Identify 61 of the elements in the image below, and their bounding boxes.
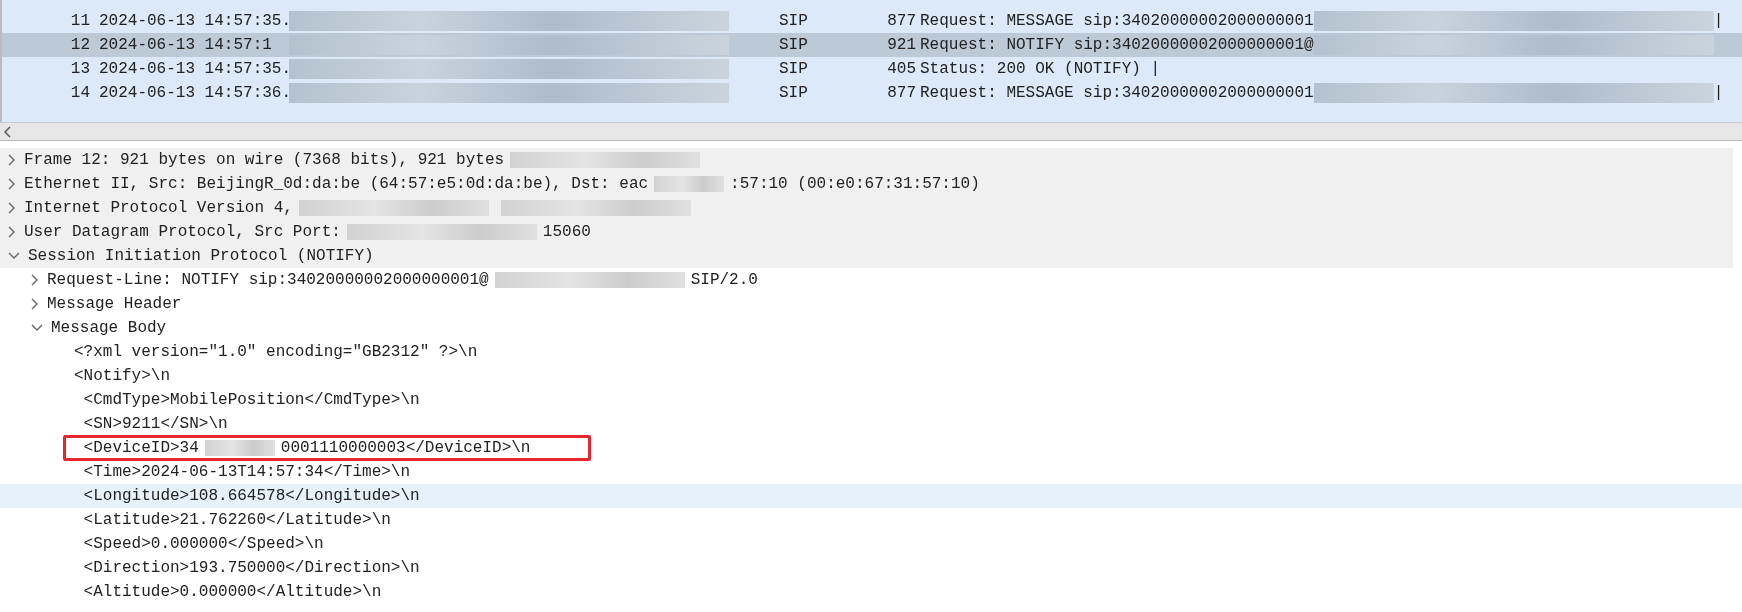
- packet-number: 11: [69, 12, 90, 30]
- packet-length: 877: [886, 12, 916, 30]
- detail-text: Frame 12: 921 bytes on wire (7368 bits), 921 bytes: [24, 151, 505, 169]
- detail-text: SIP/2.0: [690, 271, 758, 289]
- detail-text: <Longitude>108.664578</Longitude>\n: [82, 487, 420, 505]
- chevron-right-icon[interactable]: [8, 178, 16, 190]
- packet-info: Request: NOTIFY sip:34020000002000000001@: [920, 36, 1314, 54]
- detail-text: <Latitude>21.762260</Latitude>\n: [82, 511, 391, 529]
- detail-text: <Altitude>0.000000</Altitude>\n: [82, 583, 382, 601]
- packet-row[interactable]: 12 2024-06-13 14:57:1 SIP 921 Request: NOTIFY sip:34020000002000000001@: [2, 33, 1742, 57]
- detail-text: <DeviceID>34: [82, 439, 199, 457]
- packet-protocol: SIP: [779, 84, 809, 102]
- chevron-right-icon[interactable]: [8, 226, 16, 238]
- detail-text: User Datagram Protocol, Src Port:: [24, 223, 341, 241]
- detail-text: Request-Line: NOTIFY sip:34020000002000000001@: [47, 271, 489, 289]
- packet-time: 2024-06-13 14:57:1: [99, 36, 273, 54]
- detail-text: Session Initiation Protocol (NOTIFY): [28, 247, 374, 265]
- packet-protocol: SIP: [779, 12, 809, 30]
- packet-time: 2024-06-13 14:57:36.: [99, 84, 289, 102]
- detail-text: <Notify>\n: [74, 367, 170, 385]
- packet-info: |: [1713, 12, 1724, 30]
- packet-row[interactable]: 11 2024-06-13 14:57:35. SIP 877 Request: MESSAGE sip:34020000002000000001 |: [2, 9, 1742, 33]
- packet-row[interactable]: 14 2024-06-13 14:57:36. SIP 877 Request: MESSAGE sip:34020000002000000001 |: [2, 81, 1742, 105]
- chevron-down-icon[interactable]: [8, 252, 20, 260]
- detail-text: Ethernet II, Src: BeijingR_0d:da:be (64:57:e5:0d:da:be), Dst: eac: [24, 175, 649, 193]
- detail-text: <?xml version="1.0" encoding="GB2312" ?>\n: [74, 343, 478, 361]
- packet-info: |: [1713, 84, 1724, 102]
- detail-text: <Direction>193.750000</Direction>\n: [82, 559, 420, 577]
- detail-text: 15060: [542, 223, 591, 241]
- packet-info: Request: MESSAGE sip:34020000002000000001: [920, 12, 1314, 30]
- detail-text: :57:10 (00:e0:67:31:57:10): [730, 175, 980, 193]
- packet-length: 921: [886, 36, 916, 54]
- chevron-down-icon[interactable]: [31, 324, 43, 332]
- packet-length: 405: [886, 60, 916, 78]
- packet-row[interactable]: 13 2024-06-13 14:57:35. SIP 405 Status: 200 OK (NOTIFY) |: [2, 57, 1742, 81]
- detail-text: <CmdType>MobilePosition</CmdType>\n: [82, 391, 420, 409]
- redacted-block: [654, 176, 725, 192]
- detail-text: <Time>2024-06-13T14:57:34</Time>\n: [82, 463, 411, 481]
- packet-number: 12: [69, 36, 90, 54]
- detail-text: <Speed>0.000000</Speed>\n: [82, 535, 324, 553]
- packet-time: 2024-06-13 14:57:35.: [99, 12, 289, 30]
- scroll-left-icon[interactable]: [4, 125, 12, 138]
- packet-protocol: SIP: [779, 36, 809, 54]
- detail-text: 0001110000003</DeviceID>\n: [280, 439, 531, 457]
- detail-text: Message Header: [47, 295, 182, 313]
- packet-length: 877: [886, 84, 916, 102]
- packet-info: Status: 200 OK (NOTIFY) |: [920, 60, 1161, 78]
- horizontal-scrollbar[interactable]: [0, 122, 1742, 141]
- chevron-right-icon[interactable]: [8, 202, 16, 214]
- detail-text: Internet Protocol Version 4,: [24, 199, 293, 217]
- chevron-right-icon[interactable]: [8, 154, 16, 166]
- packet-number: 14: [69, 84, 90, 102]
- detail-text: Message Body: [51, 319, 167, 337]
- packet-info: Request: MESSAGE sip:34020000002000000001: [920, 84, 1314, 102]
- packet-time: 2024-06-13 14:57:35.: [99, 60, 289, 78]
- detail-text: <SN>9211</SN>\n: [82, 415, 228, 433]
- chevron-right-icon[interactable]: [31, 274, 39, 286]
- packet-protocol: SIP: [779, 60, 809, 78]
- packet-number: 13: [69, 60, 90, 78]
- chevron-right-icon[interactable]: [31, 298, 39, 310]
- redacted-block: [204, 440, 275, 456]
